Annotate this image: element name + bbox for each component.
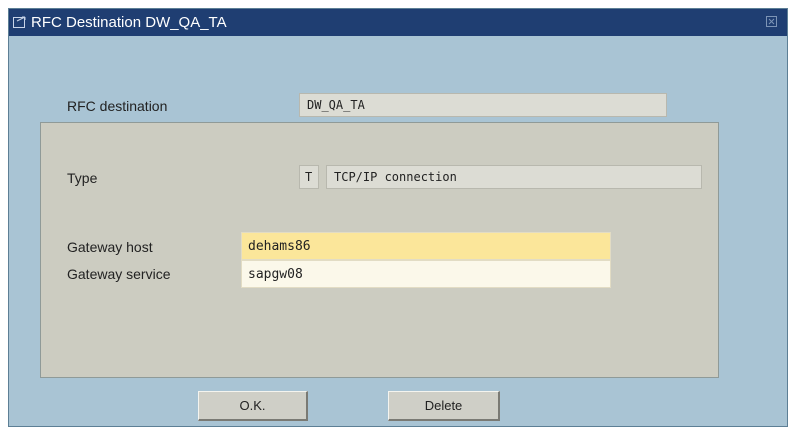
window-icon xyxy=(13,15,27,29)
window-title: RFC Destination DW_QA_TA xyxy=(31,14,227,31)
title-bar: RFC Destination DW_QA_TA xyxy=(9,9,787,36)
connection-settings-panel: Type T TCP/IP connection Gateway host Ga… xyxy=(40,122,719,378)
gateway-host-label: Gateway host xyxy=(67,239,153,255)
gateway-host-input[interactable] xyxy=(241,232,611,260)
rfc-destination-field: DW_QA_TA xyxy=(299,93,667,117)
type-label: Type xyxy=(67,170,98,186)
gateway-service-input[interactable] xyxy=(241,260,611,288)
close-icon[interactable] xyxy=(766,16,777,27)
rfc-destination-window: RFC Destination DW_QA_TA RFC destination… xyxy=(8,8,788,427)
rfc-destination-label: RFC destination xyxy=(67,98,168,114)
ok-button[interactable]: O.K. xyxy=(198,391,308,421)
connection-type-text: TCP/IP connection xyxy=(326,165,702,189)
gateway-service-label: Gateway service xyxy=(67,266,171,282)
connection-type-code: T xyxy=(299,165,319,189)
delete-button[interactable]: Delete xyxy=(388,391,500,421)
